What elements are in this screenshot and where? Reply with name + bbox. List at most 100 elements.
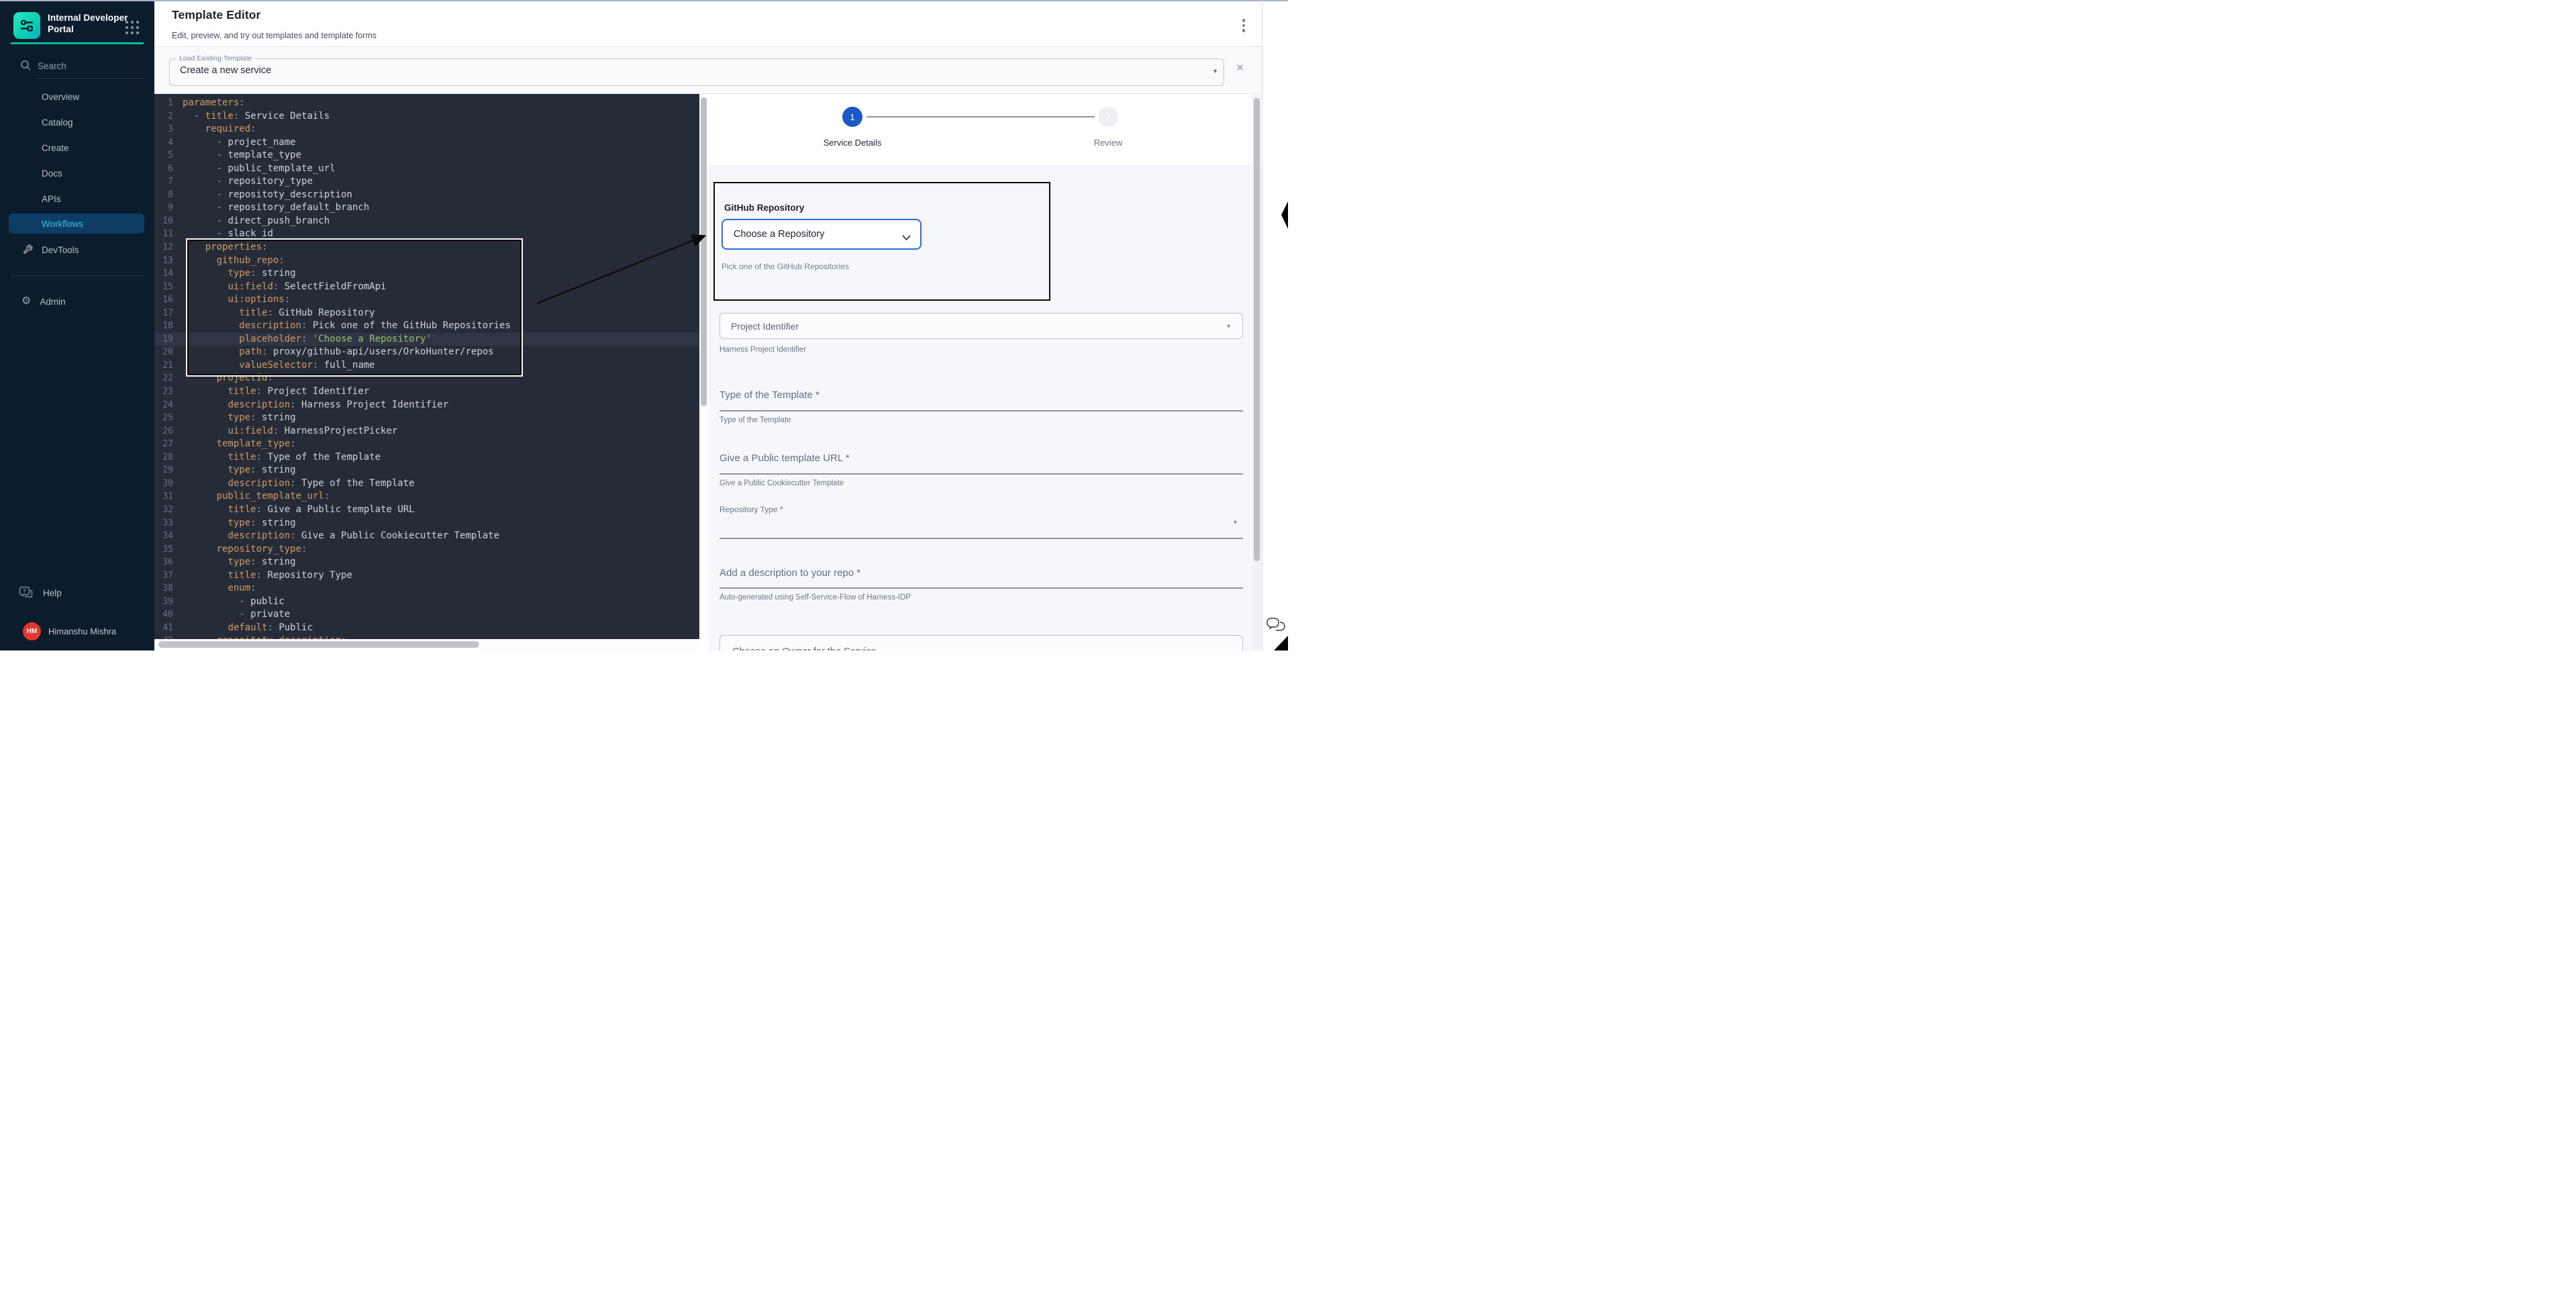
owner-select[interactable]: Choose an Owner for the Service [720,635,1243,650]
sidebar-item-label: Catalog [42,117,73,128]
gear-icon: ⚙ [21,296,31,307]
owner-select-placeholder: Choose an Owner for the Service [732,646,876,650]
page-header: Template Editor Edit, preview, and try o… [154,1,1262,47]
repository-type-underline [720,538,1243,539]
editor-horizontal-scrollbar-thumb[interactable] [158,641,479,648]
code-line: 40 - private [154,608,699,622]
search-icon [20,60,32,75]
right-edge-artifact-bottom [1274,636,1288,650]
sidebar-user[interactable]: HM Himanshu Mishra [0,619,154,643]
template-type-underline [720,410,1243,412]
code-line: 15 ui:field: SelectFieldFromApi [154,281,699,294]
repository-type-label: Repository Type * [720,505,783,514]
step-1-label: Service Details [779,138,926,148]
sidebar-item-admin[interactable]: ⚙ Admin [0,291,154,311]
load-existing-template-select[interactable] [169,58,1224,86]
repo-description-helper: Auto-generated using Self-Service-Flow o… [720,593,911,601]
kebab-menu-icon[interactable] [1238,17,1249,34]
sidebar-item-label: Create [42,143,69,153]
right-edge-artifact-top [1281,201,1288,229]
code-line: 18 description: Pick one of the GitHub R… [154,320,699,333]
idp-logo-icon [19,17,35,34]
code-line: 11 - slack_id [154,228,699,241]
code-line: 34 description: Give a Public Cookiecutt… [154,530,699,543]
code-line: 4 - project_name [154,136,699,150]
sidebar-item-label: DevTools [42,245,79,255]
public-template-url-underline [720,473,1243,475]
sidebar-item-help[interactable]: ? Help [0,583,154,603]
chevron-down-icon [902,232,911,244]
code-line: 17 title: GitHub Repository [154,307,699,320]
wrench-icon [23,244,33,256]
avatar: HM [23,622,41,640]
sidebar-item-workflows[interactable]: Workflows [9,213,144,234]
search-placeholder: Search [38,61,66,71]
code-line: 39 - public [154,595,699,609]
code-line: 2 - title: Service Details [154,110,699,124]
sidebar-item-label: Overview [42,92,79,102]
project-identifier-select[interactable]: Project Identifier ▼ [720,313,1243,339]
sidebar-item-label: Docs [42,168,62,179]
sidebar-item-devtools[interactable]: DevTools [0,240,154,260]
code-line: 28 title: Type of the Template [154,451,699,465]
load-existing-template-label: Load Existing Template [176,54,255,62]
code-line: 25 type: string [154,412,699,425]
sidebar-item-catalog[interactable]: Catalog [0,112,154,132]
sidebar-item-label: APIs [42,194,61,204]
sidebar-item-label: Workflows [42,219,83,229]
sidebar-brand-title: Internal Developer Portal [48,12,128,35]
code-lines: 1parameters:2 - title: Service Details3 … [154,97,699,640]
svg-text:?: ? [23,587,26,594]
brand-accent-divider [11,42,144,44]
load-template-bar: Load Existing Template Create a new serv… [154,47,1262,94]
sidebar-item-create[interactable]: Create [0,138,154,158]
code-line: 21 valueSelector: full_name [154,359,699,373]
sidebar-divider [11,275,144,276]
sidebar-item-apis[interactable]: APIs [0,189,154,209]
editor-vertical-scrollbar-thumb[interactable] [701,97,707,406]
template-type-helper: Type of the Template [720,416,791,424]
sidebar-search[interactable]: Search [0,56,154,78]
code-line: 14 type: string [154,267,699,281]
github-repository-select[interactable]: Choose a Repository [722,219,922,250]
page-subtitle: Edit, preview, and try out templates and… [172,31,377,40]
code-line: 35 repository_type: [154,543,699,557]
chat-widget-icon[interactable] [1266,616,1286,638]
code-line: 23 title: Project Identifier [154,385,699,399]
code-line: 20 path: proxy/github-api/users/OrkoHunt… [154,346,699,359]
code-line: 29 type: string [154,464,699,477]
sidebar-item-overview[interactable]: Overview [0,87,154,107]
step-2-label: Review [1034,138,1182,148]
stepper-section [709,94,1262,166]
yaml-code-editor[interactable]: 1parameters:2 - title: Service Details3 … [154,94,699,640]
stepper-connector [866,116,1095,117]
clear-template-icon[interactable]: × [1236,62,1244,75]
search-underline [38,78,144,79]
code-line: 13 github_repo: [154,254,699,268]
sidebar-item-docs[interactable]: Docs [0,163,154,183]
step-2-circle[interactable]: 2 [1098,107,1118,127]
public-template-url-input[interactable]: Give a Public template URL * [720,452,850,464]
dropdown-caret-icon: ▼ [1226,323,1232,330]
code-line: 6 - public_template_url [154,162,699,176]
repo-description-underline [720,587,1243,589]
app-grid-icon[interactable] [124,19,140,36]
code-line: 31 public_template_url: [154,490,699,503]
form-vertical-scrollbar-thumb[interactable] [1254,98,1260,561]
github-repository-helper: Pick one of the GitHub Repositories [722,262,849,271]
code-line: 30 description: Type of the Template [154,477,699,491]
code-line: 32 title: Give a Public template URL [154,503,699,517]
user-name: Himanshu Mishra [48,626,116,636]
dropdown-caret-icon[interactable]: ▼ [1212,68,1218,75]
template-type-input[interactable]: Type of the Template * [720,389,820,401]
code-line: 26 ui:field: HarnessProjectPicker [154,425,699,438]
code-line: 36 type: string [154,556,699,569]
code-line: 16 ui:options: [154,293,699,307]
step-1-circle[interactable]: 1 [842,107,862,127]
code-line: 1parameters: [154,97,699,110]
help-label: Help [43,588,62,598]
template-editor-page: Internal Developer Portal Search Overvie… [0,0,1288,650]
dropdown-caret-icon[interactable]: ▼ [1232,519,1238,526]
repo-description-input[interactable]: Add a description to your repo * [720,567,860,579]
idp-logo[interactable] [13,12,40,39]
